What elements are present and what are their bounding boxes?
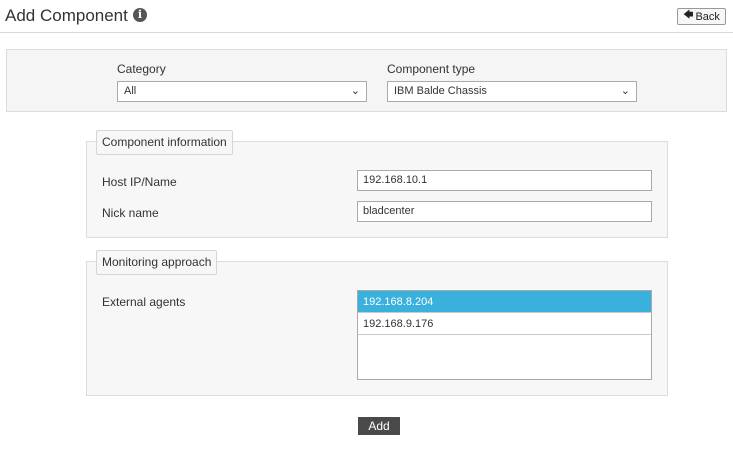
- category-select[interactable]: All ⌄: [117, 81, 367, 102]
- nick-name-label: Nick name: [102, 206, 159, 220]
- nick-name-input[interactable]: bladcenter: [357, 201, 652, 222]
- component-type-select[interactable]: IBM Balde Chassis ⌄: [387, 81, 637, 102]
- host-label: Host IP/Name: [102, 175, 177, 189]
- add-button[interactable]: Add: [358, 417, 400, 435]
- page-title: Add Component: [5, 6, 128, 25]
- back-button-label: Back: [695, 10, 720, 23]
- category-select-value: All: [124, 85, 137, 97]
- list-item[interactable]: 192.168.8.204: [358, 291, 651, 313]
- monitoring-legend: Monitoring approach: [96, 250, 218, 275]
- chevron-down-icon: ⌄: [620, 85, 630, 97]
- chevron-down-icon: ⌄: [350, 85, 360, 97]
- back-button[interactable]: 🡄 Back: [677, 8, 726, 25]
- component-type-select-value: IBM Balde Chassis: [394, 85, 487, 97]
- external-agents-label: External agents: [102, 295, 186, 309]
- arrow-left-icon: 🡄: [683, 10, 694, 21]
- component-type-label: Component type: [387, 62, 476, 76]
- page-header: Add Component i 🡄 Back: [0, 0, 733, 33]
- external-agents-list[interactable]: 192.168.8.204 192.168.9.176: [357, 290, 652, 380]
- component-info-legend: Component information: [96, 130, 233, 155]
- info-icon[interactable]: i: [133, 8, 147, 22]
- host-ip-input[interactable]: 192.168.10.1: [357, 170, 652, 191]
- list-item[interactable]: 192.168.9.176: [358, 313, 651, 335]
- category-label: Category: [117, 62, 166, 76]
